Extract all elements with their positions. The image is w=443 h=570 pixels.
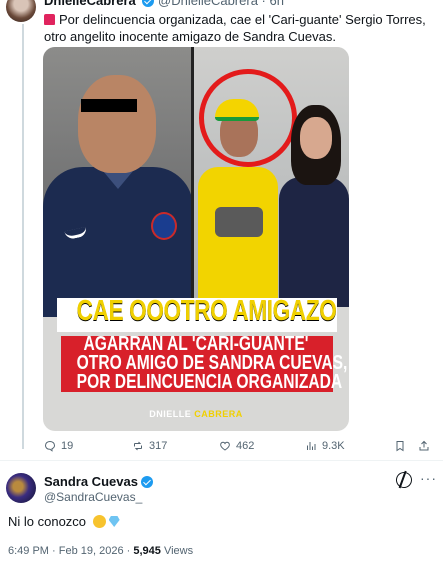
reply-tweet-body: Ni lo conozco <box>8 514 87 529</box>
thread-connector-line <box>22 24 24 449</box>
man-head <box>78 75 156 173</box>
more-options-icon[interactable]: ··· <box>420 470 437 486</box>
woman-blazer <box>279 177 349 307</box>
reply-author-handle[interactable]: @SandraCuevas_ <box>44 490 142 504</box>
photo-divider <box>191 47 194 307</box>
quoted-tweet-body: Por delincuencia organizada, cae el 'Car… <box>44 12 426 44</box>
tweet-separator <box>0 460 443 461</box>
image-headline: CAE OOOTRO AMIGAZO <box>76 295 337 327</box>
verified-badge-icon <box>142 0 155 7</box>
like-action[interactable]: 462 <box>219 440 254 452</box>
verified-badge-icon <box>140 476 153 488</box>
heart-icon <box>220 441 230 451</box>
views-action[interactable]: 9.3K <box>305 440 345 452</box>
reply-tweet-text: Ni lo conozco <box>8 514 120 529</box>
quoted-tweet-text: Por delincuencia organizada, cae el 'Car… <box>44 11 434 45</box>
tweet-media-image[interactable]: CAE OOOTRO AMIGAZO AGARRAN AL 'CARI-GUAN… <box>43 47 349 431</box>
image-credit-last: CABRERA <box>194 409 243 419</box>
grok-icon[interactable] <box>393 469 415 491</box>
views-count: 9.3K <box>322 440 345 452</box>
repost-count: 317 <box>149 440 168 452</box>
quoted-author-name[interactable]: DnielleCabrera <box>44 0 136 8</box>
siren-emoji-icon <box>44 14 55 25</box>
image-credit: DNIELLE CABRERA <box>43 409 349 419</box>
image-subline-3: POR DELINCUENCIA ORGANIZADA <box>76 371 343 393</box>
reply-author-avatar[interactable] <box>6 473 36 503</box>
share-action[interactable] <box>418 440 435 452</box>
quoted-tweet-actions: 19 317 462 9.3K <box>44 440 429 456</box>
red-highlight-circle <box>199 69 297 167</box>
share-icon <box>419 440 429 451</box>
reply-author-name-row: Sandra Cuevas <box>44 474 153 489</box>
quoted-tweet-header: DnielleCabrera @DnielleCabrera · 6h <box>44 0 284 8</box>
yellow-shirt-man <box>198 167 278 307</box>
reply-views-count: 5,945 <box>133 545 161 557</box>
repost-icon <box>134 441 142 451</box>
views-chart-icon <box>307 442 316 450</box>
reply-author-name[interactable]: Sandra Cuevas <box>44 474 138 489</box>
reply-timestamp[interactable]: 6:49 PM · Feb 19, 2026 · <box>8 545 133 557</box>
reply-icon <box>44 440 56 452</box>
quoted-author-avatar[interactable] <box>6 0 36 22</box>
reply-count: 19 <box>61 440 74 452</box>
like-count: 462 <box>236 440 255 452</box>
laughing-emoji-icon <box>92 515 106 528</box>
reply-tweet-meta: 6:49 PM · Feb 19, 2026 · 5,945 Views <box>8 545 193 557</box>
bookmark-action[interactable] <box>394 440 411 452</box>
image-credit-first: DNIELLE <box>149 409 192 419</box>
crossbody-bag <box>215 207 263 237</box>
repost-action[interactable]: 317 <box>132 440 167 452</box>
bookmark-icon <box>396 441 404 452</box>
gem-emoji-icon <box>108 516 120 527</box>
reply-action[interactable]: 19 <box>44 440 73 452</box>
censor-bar <box>81 99 137 112</box>
quoted-author-handle-time[interactable]: @DnielleCabrera · 6h <box>158 0 284 8</box>
woman-face <box>300 117 332 159</box>
psg-crest-icon <box>151 212 177 240</box>
reply-views-label: Views <box>163 545 194 557</box>
